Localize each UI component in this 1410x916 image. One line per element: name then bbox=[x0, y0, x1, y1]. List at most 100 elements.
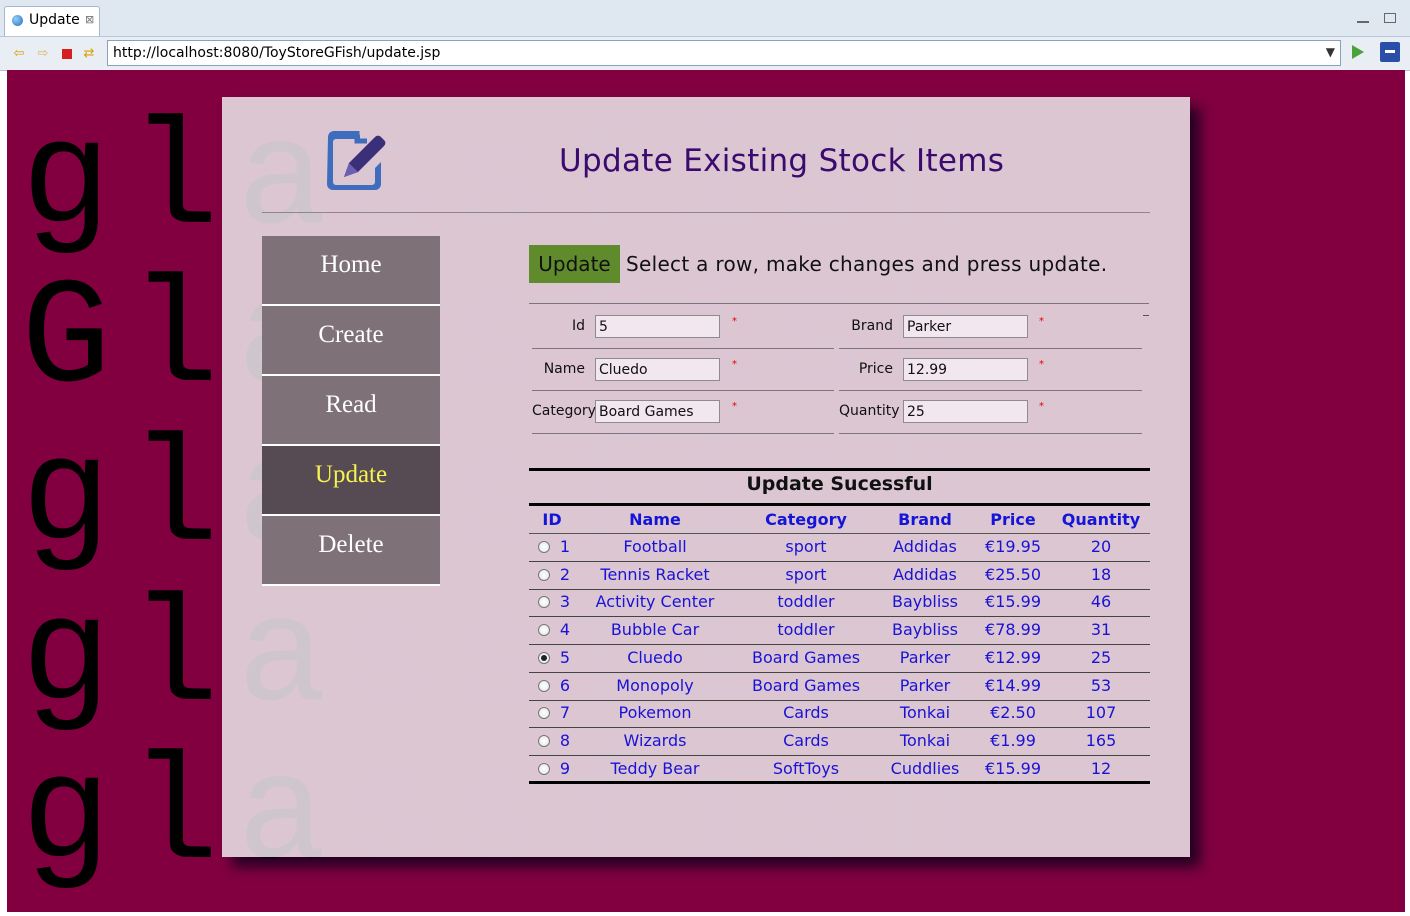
required-mark: * bbox=[732, 316, 737, 327]
globe-icon bbox=[12, 15, 23, 26]
price-field[interactable] bbox=[903, 358, 1028, 381]
address-bar[interactable]: ▼ bbox=[107, 40, 1341, 66]
row-select-radio[interactable] bbox=[538, 679, 550, 692]
browser-chrome: Update ⊠ ⇦ ⇨ ⇄ ▼ bbox=[0, 0, 1410, 71]
cell-name: Wizards bbox=[623, 730, 687, 750]
chevron-down-icon[interactable]: ▼ bbox=[1326, 45, 1335, 59]
column-header-brand: Brand bbox=[898, 510, 952, 529]
table-row[interactable]: 1 Football sport Addidas €19.95 20 bbox=[529, 534, 1150, 562]
id-field[interactable] bbox=[595, 315, 720, 338]
cell-category: toddler bbox=[777, 620, 835, 640]
category-label: Category bbox=[532, 403, 596, 419]
name-label: Name bbox=[543, 361, 585, 377]
field-divider bbox=[839, 348, 1142, 349]
field-divider bbox=[839, 433, 1142, 434]
cell-id: 7 bbox=[559, 703, 571, 723]
menu-item-home[interactable]: Home bbox=[262, 236, 440, 306]
cell-brand: Baybliss bbox=[892, 592, 958, 612]
table-row[interactable]: 2 Tennis Racket sport Addidas €25.50 18 bbox=[529, 562, 1150, 590]
cell-price: €19.95 bbox=[985, 537, 1041, 556]
table-row[interactable]: 3 Activity Center toddler Baybliss €15.99 46 bbox=[529, 589, 1150, 618]
cell-category: Board Games bbox=[751, 675, 861, 695]
quantity-field[interactable] bbox=[903, 400, 1028, 423]
cell-brand: Baybliss bbox=[892, 620, 958, 640]
forward-arrow-icon[interactable]: ⇨ bbox=[36, 47, 50, 61]
cell-id: 1 bbox=[559, 537, 571, 556]
go-icon[interactable] bbox=[1352, 45, 1364, 59]
form-divider bbox=[529, 303, 1149, 304]
required-mark: * bbox=[1039, 316, 1044, 327]
minimize-icon[interactable] bbox=[1356, 16, 1369, 23]
cell-name: Tennis Racket bbox=[600, 564, 710, 584]
table-row[interactable]: 8 Wizards Cards Tonkai €1.99 165 bbox=[529, 728, 1150, 756]
url-input[interactable] bbox=[113, 44, 1313, 62]
tab-close-icon[interactable]: ⊠ bbox=[85, 13, 94, 26]
cell-brand: Addidas bbox=[893, 537, 957, 556]
back-arrow-icon[interactable]: ⇦ bbox=[12, 47, 26, 61]
cell-name: Pokemon bbox=[618, 703, 692, 723]
row-select-radio[interactable] bbox=[538, 596, 550, 609]
cell-price: €14.99 bbox=[985, 675, 1041, 695]
instruction-text: Select a row, make changes and press upd… bbox=[626, 252, 1108, 276]
browser-extension-icon[interactable] bbox=[1380, 42, 1400, 62]
column-header-name: Name bbox=[629, 510, 681, 529]
update-button[interactable]: Update bbox=[529, 245, 620, 283]
table-row[interactable]: 5 Cluedo Board Games Parker €12.99 25 bbox=[529, 645, 1150, 673]
tab-title: Update bbox=[29, 12, 80, 28]
table-row[interactable]: 6 Monopoly Board Games Parker €14.99 53 bbox=[529, 673, 1150, 701]
row-select-radio[interactable] bbox=[538, 651, 550, 664]
table-top-rule bbox=[529, 468, 1150, 471]
cell-quantity: 20 bbox=[1090, 537, 1112, 556]
maximize-icon[interactable] bbox=[1384, 13, 1396, 23]
required-mark: * bbox=[1039, 359, 1044, 370]
menu-item-update[interactable]: Update bbox=[262, 446, 440, 516]
cell-id: 5 bbox=[559, 647, 571, 667]
quantity-label: Quantity bbox=[839, 403, 900, 419]
column-header-category: Category bbox=[765, 510, 847, 529]
refresh-icon[interactable]: ⇄ bbox=[82, 47, 96, 61]
cell-quantity: 107 bbox=[1085, 703, 1117, 723]
field-divider bbox=[532, 348, 834, 349]
row-select-radio[interactable] bbox=[538, 568, 550, 581]
field-divider bbox=[532, 433, 834, 434]
browser-tab[interactable]: Update ⊠ bbox=[4, 6, 100, 36]
menu-item-read[interactable]: Read bbox=[262, 376, 440, 446]
row-select-radio[interactable] bbox=[538, 541, 550, 553]
row-select-radio[interactable] bbox=[538, 707, 550, 720]
field-divider bbox=[532, 390, 834, 391]
cell-name: Activity Center bbox=[595, 592, 715, 612]
row-select-radio[interactable] bbox=[538, 624, 550, 637]
cell-name: Cluedo bbox=[627, 647, 683, 667]
table-row[interactable]: 7 Pokemon Cards Tonkai €2.50 107 bbox=[529, 700, 1150, 729]
menu-item-delete[interactable]: Delete bbox=[262, 516, 440, 586]
cell-quantity: 25 bbox=[1090, 647, 1112, 667]
window-controls bbox=[1347, 8, 1396, 27]
table-row[interactable]: 4 Bubble Car toddler Baybliss €78.99 31 bbox=[529, 617, 1150, 646]
cell-brand: Parker bbox=[899, 675, 951, 695]
row-select-radio[interactable] bbox=[538, 762, 550, 775]
column-header-id: ID bbox=[542, 510, 562, 529]
page-background: glassfish Glassfish glassfish glassfish … bbox=[7, 70, 1405, 912]
cell-brand: Tonkai bbox=[899, 703, 951, 723]
row-select-radio[interactable] bbox=[538, 734, 550, 747]
price-label: Price bbox=[858, 361, 893, 377]
name-field[interactable] bbox=[595, 358, 720, 381]
divider-mark bbox=[1143, 315, 1149, 316]
cell-quantity: 46 bbox=[1090, 592, 1112, 612]
tab-strip: Update ⊠ bbox=[0, 0, 1410, 37]
menu-item-create[interactable]: Create bbox=[262, 306, 440, 376]
cell-price: €15.99 bbox=[985, 592, 1041, 612]
cell-category: toddler bbox=[777, 592, 835, 612]
status-message: Update Sucessful bbox=[746, 473, 933, 495]
cell-quantity: 53 bbox=[1090, 675, 1112, 695]
stop-icon[interactable] bbox=[60, 47, 74, 61]
brand-field[interactable] bbox=[903, 315, 1028, 338]
page-title: Update Existing Stock Items bbox=[559, 143, 1005, 179]
category-field[interactable] bbox=[595, 400, 720, 423]
table-bottom-rule bbox=[529, 781, 1150, 784]
field-divider bbox=[839, 390, 1142, 391]
table-row[interactable]: 9 Teddy Bear SoftToys Cuddlies €15.99 12 bbox=[529, 756, 1150, 784]
cell-quantity: 165 bbox=[1085, 730, 1117, 750]
id-label: Id bbox=[571, 318, 585, 334]
cell-id: 9 bbox=[559, 758, 571, 778]
